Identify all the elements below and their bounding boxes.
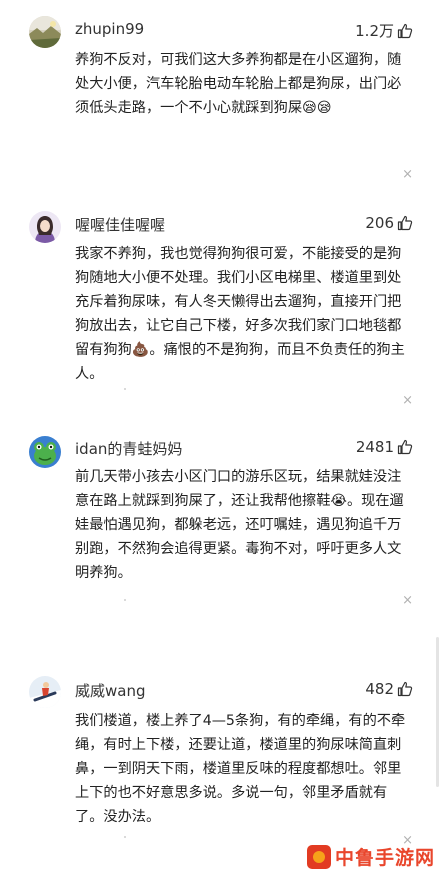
thumbs-up-icon bbox=[397, 681, 413, 697]
username[interactable]: idan的青蛙妈妈 bbox=[75, 438, 182, 459]
close-icon[interactable]: × bbox=[402, 594, 413, 607]
like-count: 2481 bbox=[355, 438, 394, 456]
like-count: 482 bbox=[365, 680, 394, 698]
like-button[interactable]: 2481 bbox=[356, 438, 413, 456]
scrollbar[interactable] bbox=[436, 637, 439, 787]
comment-text: 我们楼道，楼上养了4—5条狗，有的牵绳，有的不牵绳，有时上下楼，还要让道，楼道里… bbox=[75, 713, 406, 825]
watermark-text: 中鲁手游网 bbox=[334, 847, 435, 869]
close-icon[interactable]: × bbox=[402, 168, 413, 181]
like-button[interactable]: 482 bbox=[365, 680, 413, 698]
snowboard-avatar-icon bbox=[29, 676, 61, 708]
comment-text: 养狗不反对，可我们这大多养狗都是在小区遛狗，随处大小便，汽车轮胎电动车轮胎上都是… bbox=[75, 52, 402, 116]
watermark: 中鲁手游网 bbox=[306, 843, 435, 870]
comment-text: 我家不养狗，我也觉得狗狗很可爱，不能接受的是狗狗随地大小便不处理。我们小区电梯里… bbox=[75, 246, 405, 382]
landscape-avatar-icon bbox=[29, 16, 61, 48]
close-icon[interactable]: × bbox=[402, 394, 413, 407]
comment-text: 前几天带小孩去小区门口的游乐区玩，结果就娃没注意在路上就踩到狗屎了，还让我帮他擦… bbox=[75, 469, 404, 581]
divider-dot bbox=[124, 388, 126, 390]
thumbs-up-icon bbox=[397, 439, 413, 455]
avatar[interactable] bbox=[29, 211, 61, 243]
like-button[interactable]: 1.2万 bbox=[355, 20, 413, 41]
girl-avatar-icon bbox=[29, 211, 61, 243]
avatar[interactable] bbox=[29, 676, 61, 708]
frog-avatar-icon bbox=[29, 436, 61, 468]
username[interactable]: 威威wang bbox=[75, 680, 146, 701]
avatar[interactable] bbox=[29, 436, 61, 468]
username[interactable]: 喔喔佳佳喔喔 bbox=[75, 214, 165, 235]
watermark-logo-icon bbox=[306, 844, 331, 869]
divider-dot bbox=[124, 836, 126, 838]
thumbs-up-icon bbox=[397, 215, 413, 231]
thumbs-up-icon bbox=[397, 23, 413, 38]
like-count: 206 bbox=[365, 214, 394, 232]
divider-dot bbox=[124, 599, 126, 601]
avatar[interactable] bbox=[29, 16, 61, 48]
like-count: 1.2万 bbox=[355, 22, 394, 40]
username[interactable]: zhupin99 bbox=[75, 20, 144, 38]
like-button[interactable]: 206 bbox=[365, 214, 413, 232]
